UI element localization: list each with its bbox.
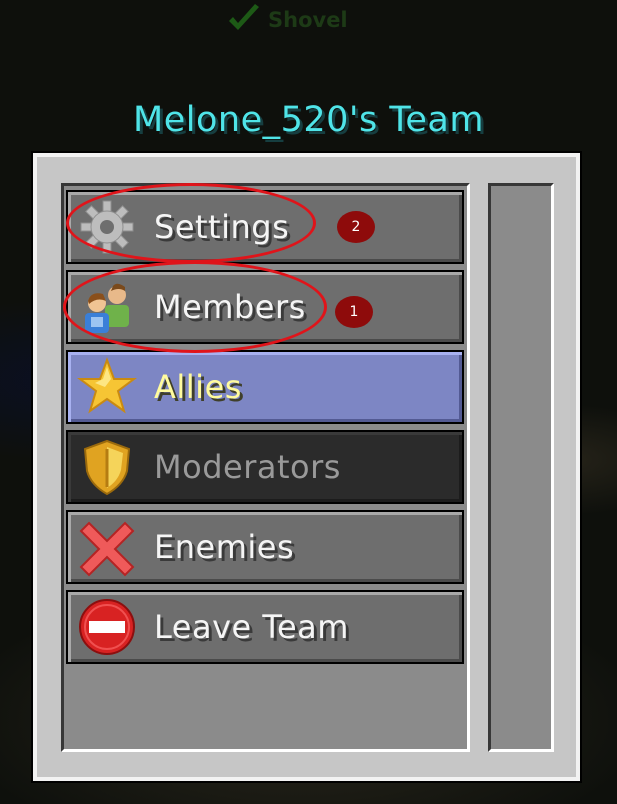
held-item-hint: Shovel [226, 4, 348, 36]
leave-team-label: Leave Team [154, 608, 349, 646]
team-title: Melone_520's Team [133, 100, 484, 140]
check-icon [229, 4, 259, 30]
scrollbar-track[interactable] [488, 183, 554, 752]
annotation-badge-1: 1 [335, 296, 373, 328]
enemies-label: Enemies [154, 528, 295, 566]
leave-team-button[interactable]: Leave Team [66, 590, 464, 664]
enemies-button[interactable]: Enemies [66, 510, 464, 584]
no-entry-icon [76, 596, 138, 658]
annotation-badge-2: 2 [337, 211, 375, 243]
held-item-label: Shovel [268, 8, 348, 32]
moderators-label: Moderators [154, 448, 341, 486]
red-x-icon [76, 516, 138, 578]
allies-label: Allies [154, 368, 242, 406]
moderators-button[interactable]: Moderators [66, 430, 464, 504]
members-highlight-ellipse [63, 261, 327, 353]
shield-icon [76, 436, 138, 498]
star-icon [76, 356, 138, 418]
settings-highlight-ellipse [66, 183, 316, 263]
allies-button[interactable]: Allies [66, 350, 464, 424]
